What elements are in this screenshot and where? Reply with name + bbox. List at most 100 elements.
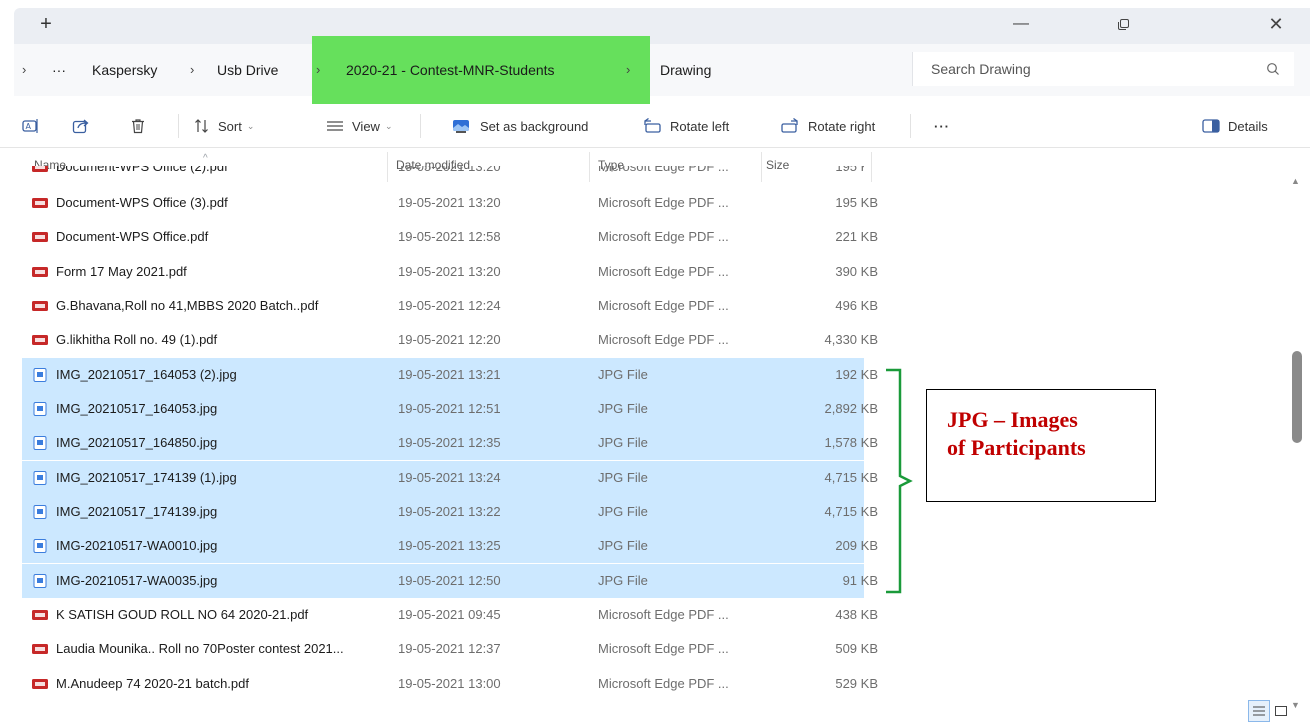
file-date-modified: 19-05-2021 12:50 [398,572,501,588]
close-button[interactable]: ✕ [1261,12,1291,36]
rename-icon: A [22,119,38,133]
title-bar: + — ✕ [0,0,1310,44]
file-name: IMG_20210517_164850.jpg [56,435,218,451]
file-type: Microsoft Edge PDF ... [598,229,729,245]
more-options-button[interactable]: ··· [934,104,950,148]
file-date-modified: 19-05-2021 13:25 [398,538,501,554]
search-input[interactable]: Search Drawing [912,52,1294,86]
breadcrumb-separator[interactable]: › [316,44,320,96]
file-type: JPG File [598,503,648,519]
svg-text:A: A [26,122,32,131]
file-date-modified: 19-05-2021 12:35 [398,435,501,451]
tiles-view-icon [1275,706,1287,716]
list-view-icon [1253,706,1265,716]
details-view-button[interactable] [1248,700,1270,722]
file-name: Document-WPS Office (3).pdf [56,195,228,210]
file-size: 1,578 KB [824,435,879,451]
file-name: IMG_20210517_174139 (1).jpg [56,469,237,485]
details-button[interactable]: Details [1202,104,1268,148]
file-type: Microsoft Edge PDF ... [598,297,729,313]
file-date-modified: 19-05-2021 13:20 [398,195,501,210]
scroll-down-arrow[interactable]: ▼ [1291,700,1300,710]
file-row[interactable]: Document-WPS Office.pdf 19-05-2021 12:58 M… [22,220,878,254]
file-type: Microsoft Edge PDF ... [598,166,729,174]
view-button[interactable]: View ⌄ [326,104,393,148]
file-row[interactable]: K SATISH GOUD ROLL NO 64 2020-21.pdf 19-0… [22,598,878,632]
annotation-line-2: of Participants [947,435,1086,460]
file-size: 4,715 KB [824,469,879,485]
tiles-view-button[interactable] [1270,700,1292,722]
file-name: Document-WPS Office (2).pdf [56,166,228,174]
delete-button[interactable] [130,104,154,148]
image-file-icon [33,573,47,588]
image-file-icon [33,401,47,416]
breadcrumb-item-drawing[interactable]: Drawing [660,44,711,96]
file-type: JPG File [598,435,648,451]
image-file-icon [33,504,47,519]
details-pane-icon [1202,119,1220,133]
set-as-background-button[interactable]: Set as background [452,104,588,148]
breadcrumb-expand-chevron[interactable]: › [22,44,26,96]
rotate-right-button[interactable]: Rotate right [780,104,875,148]
file-name: IMG-20210517-WA0010.jpg [56,538,218,554]
file-row[interactable]: IMG-20210517-WA0035.jpg 19-05-2021 12:50 J… [22,563,878,598]
toolbar-divider [420,114,421,138]
breadcrumb-separator[interactable]: › [190,44,194,96]
file-row[interactable]: IMG_20210517_164850.jpg 19-05-2021 12:35 J… [22,426,878,461]
file-row[interactable]: IMG_20210517_164053.jpg 19-05-2021 12:51 J… [22,391,878,426]
trash-icon [132,119,144,134]
scroll-up-arrow[interactable]: ▲ [1291,176,1300,186]
file-size: 195 KB [835,166,864,174]
new-tab-button[interactable]: + [36,14,56,34]
file-date-modified: 19-05-2021 13:21 [398,366,501,382]
file-size: 209 KB [835,538,878,554]
maximize-button[interactable] [1108,12,1138,36]
file-name: Form 17 May 2021.pdf [56,263,187,279]
file-size: 438 KB [835,606,878,622]
search-icon [1267,63,1279,75]
rename-button[interactable]: A [22,104,48,148]
file-row[interactable]: IMG_20210517_164053 (2).jpg 19-05-2021 13… [22,357,878,392]
rotate-left-button[interactable]: Rotate left [642,104,729,148]
file-row[interactable]: G.likhitha Roll no. 49 (1).pdf 19-05-2021… [22,323,878,357]
file-row[interactable]: M.Anudeep 74 2020-21 batch.pdf 19-05-2021… [22,667,878,701]
rotate-left-label: Rotate left [670,118,730,134]
file-date-modified: 19-05-2021 12:51 [398,400,501,416]
sort-button[interactable]: Sort ⌄ [194,104,254,148]
breadcrumb-item-contest[interactable]: 2020-21 - Contest-MNR-Students [346,44,555,96]
file-row[interactable]: IMG-20210517-WA0010.jpg 19-05-2021 13:25 J… [22,529,878,564]
file-date-modified: 19-05-2021 12:24 [398,297,501,313]
breadcrumb-more-button[interactable]: ··· [52,44,66,96]
file-row[interactable]: Document-WPS Office (3).pdf 19-05-2021 13… [22,186,878,220]
file-row[interactable]: Form 17 May 2021.pdf 19-05-2021 13:20 Micr… [22,255,878,289]
view-icon [327,121,343,131]
annotation-line-1: JPG – Images [947,407,1078,432]
pdf-file-icon [32,335,48,346]
minimize-button[interactable]: — [1006,12,1036,36]
pdf-file-icon [32,609,48,620]
file-size: 4,715 KB [824,503,879,519]
file-type: JPG File [598,469,648,485]
view-label: View [352,118,380,134]
file-name: G.Bhavana,Roll no 41,MBBS 2020 Batch..pd… [56,297,319,313]
search-placeholder: Search Drawing [931,61,1031,77]
file-date-modified: 19-05-2021 13:22 [398,503,501,519]
file-size: 2,892 KB [824,400,879,416]
toolbar-divider [178,114,179,138]
image-file-icon [33,539,47,554]
command-bar: A Sort ⌄ View ⌄ Set as background Rotate l… [0,104,1310,148]
share-button[interactable] [72,104,98,148]
file-size: 496 KB [835,297,878,313]
file-row[interactable]: Laudia Mounika.. Roll no 70Poster contes… [22,632,878,666]
file-row[interactable]: G.Bhavana,Roll no 41,MBBS 2020 Batch..pd… [22,289,878,323]
scrollbar-thumb[interactable] [1292,351,1302,443]
breadcrumb-item-kaspersky[interactable]: Kaspersky [92,44,157,96]
breadcrumb-item-usb-drive[interactable]: Usb Drive [217,44,278,96]
pdf-file-icon [32,644,48,655]
sort-icon [195,119,208,133]
file-row[interactable]: IMG_20210517_174139 (1).jpg 19-05-2021 13… [22,460,878,495]
file-date-modified: 19-05-2021 12:20 [398,332,501,348]
file-row[interactable]: Document-WPS Office (2).pdf 19-05-2021 13… [22,166,864,184]
file-row[interactable]: IMG_20210517_174139.jpg 19-05-2021 13:22 J… [22,494,878,529]
breadcrumb-separator[interactable]: › [626,44,630,96]
